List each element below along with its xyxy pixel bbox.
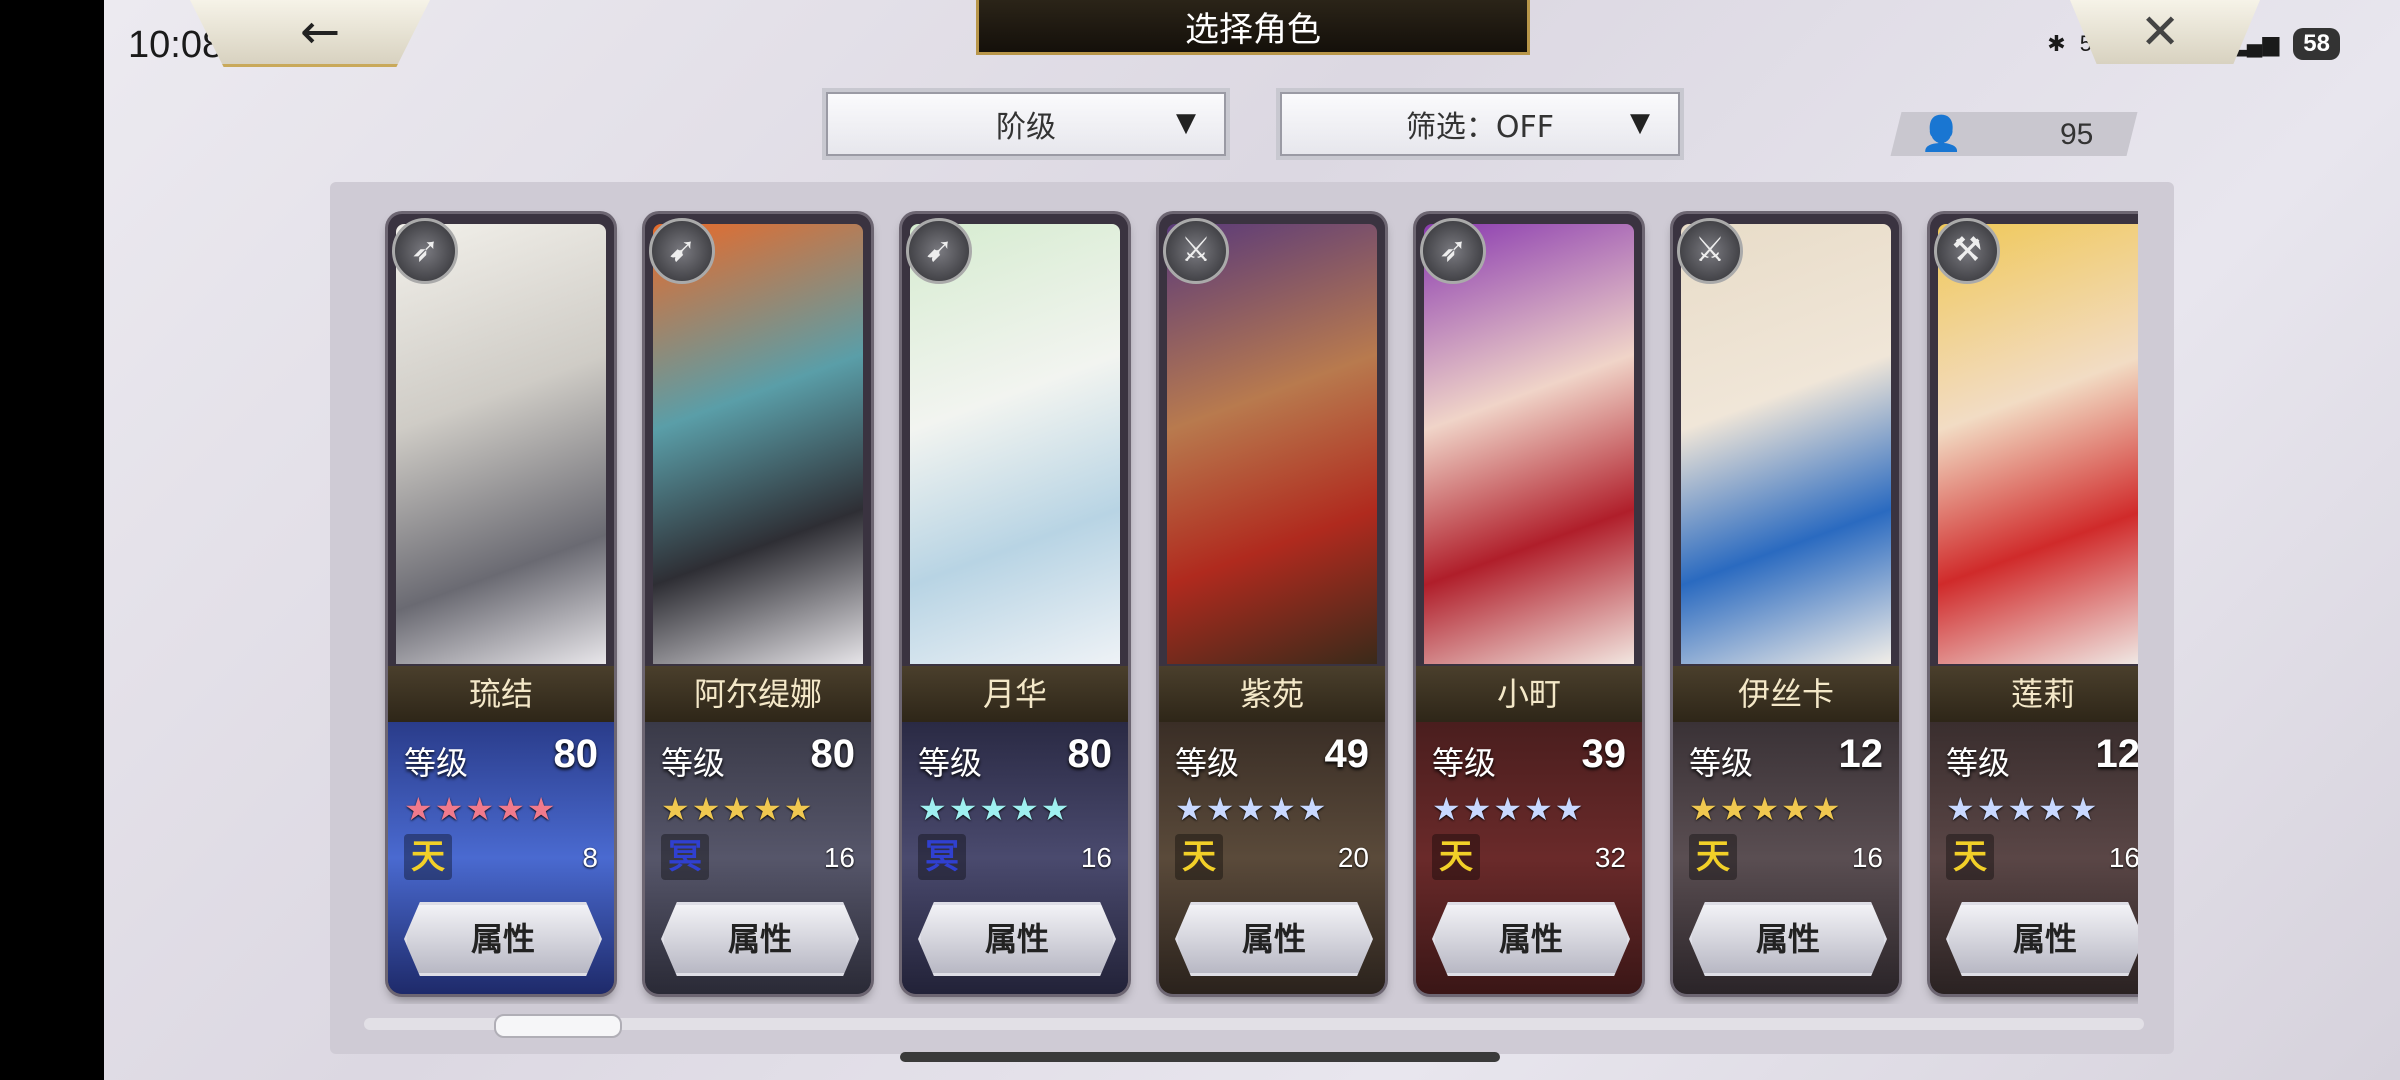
level-label: 等级 [918,744,983,782]
rarity-stars: ★★★★★ [1689,790,1843,828]
rarity-stars: ★★★★★ [1175,790,1329,828]
weapon-type-icon: ⚒ [1934,218,2000,284]
character-name: 月华 [902,666,1128,722]
weapon-type-icon: ⚔ [1677,218,1743,284]
person-icon: 👤 [1920,114,1963,154]
roster-count: 95 [2060,118,2094,151]
weapon-type-icon: ➶ [1420,218,1486,284]
character-info: 等级 12 ★★★★★ 天 16 属性 [1930,722,2138,994]
level-label: 等级 [404,744,469,782]
level-label: 等级 [1432,744,1497,782]
character-name: 紫苑 [1159,666,1385,722]
character-name: 小町 [1416,666,1642,722]
rarity-stars: ★★★★★ [918,790,1072,828]
bluetooth-icon: ✱ [2047,31,2066,56]
sort-dropdown-label: 阶级 [996,110,1056,145]
character-name: 伊丝卡 [1673,666,1899,722]
character-info: 等级 80 ★★★★★ 冥 16 属性 [645,722,871,994]
character-card[interactable]: ➶ 琉结 等级 80 ★★★★★ 天 8 属性 [388,214,614,994]
class-badge-icon: 天 [1175,834,1223,880]
attributes-button[interactable]: 属性 [1689,902,1887,976]
character-info: 等级 39 ★★★★★ 天 32 属性 [1416,722,1642,994]
level-label: 等级 [661,744,726,782]
character-name: 莲莉 [1930,666,2138,722]
level-value: 80 [553,732,599,776]
chevron-down-icon: ▼ [1176,108,1196,138]
home-indicator [900,1052,1500,1062]
scrollbar-track[interactable] [364,1018,2144,1030]
class-badge-number: 16 [1851,842,1883,873]
character-card[interactable]: ⚔ 伊丝卡 等级 12 ★★★★★ 天 16 属性 [1673,214,1899,994]
level-value: 12 [2095,732,2139,776]
character-info: 等级 80 ★★★★★ 冥 16 属性 [902,722,1128,994]
class-badge-icon: 天 [404,834,452,880]
class-badge-icon: 天 [1689,834,1737,880]
close-icon[interactable]: ✕ [2140,4,2180,60]
weapon-type-icon: ➹ [649,218,715,284]
rarity-stars: ★★★★★ [404,790,558,828]
class-badge-number: 16 [823,842,855,873]
class-badge-number: 8 [582,842,598,873]
character-info: 等级 80 ★★★★★ 天 8 属性 [388,722,614,994]
character-portrait [1681,224,1891,664]
level-value: 80 [810,732,856,776]
class-badge-number: 32 [1594,842,1626,873]
character-name: 琉结 [388,666,614,722]
page-title: 选择角色 [976,0,1530,55]
level-value: 39 [1581,732,1627,776]
level-label: 等级 [1946,744,2011,782]
level-value: 12 [1838,732,1884,776]
weapon-type-icon: ➹ [906,218,972,284]
character-info: 等级 49 ★★★★★ 天 20 属性 [1159,722,1385,994]
class-badge-icon: 天 [1432,834,1480,880]
level-value: 80 [1067,732,1113,776]
attributes-button[interactable]: 属性 [404,902,602,976]
level-label: 等级 [1175,744,1240,782]
character-card[interactable]: ⚔ 紫苑 等级 49 ★★★★★ 天 20 属性 [1159,214,1385,994]
character-list[interactable]: ➶ 琉结 等级 80 ★★★★★ 天 8 属性 ➹ 阿尔缇娜 等级 80 ★★★… [358,204,2138,1004]
filter-dropdown-label: 筛选：OFF [1405,110,1555,145]
rarity-stars: ★★★★★ [1946,790,2100,828]
scrollbar-thumb[interactable] [494,1014,622,1038]
sort-dropdown[interactable]: 阶级 ▼ [822,88,1230,160]
character-card[interactable]: ➹ 月华 等级 80 ★★★★★ 冥 16 属性 [902,214,1128,994]
rarity-stars: ★★★★★ [661,790,815,828]
class-badge-icon: 冥 [661,834,709,880]
class-badge-icon: 天 [1946,834,1994,880]
class-badge-icon: 冥 [918,834,966,880]
filter-dropdown[interactable]: 筛选：OFF ▼ [1276,88,1684,160]
attributes-button[interactable]: 属性 [1175,902,1373,976]
level-label: 等级 [1689,744,1754,782]
level-value: 49 [1324,732,1370,776]
character-portrait [396,224,606,664]
character-card[interactable]: ➹ 阿尔缇娜 等级 80 ★★★★★ 冥 16 属性 [645,214,871,994]
weapon-type-icon: ⚔ [1163,218,1229,284]
class-badge-number: 16 [1080,842,1112,873]
class-badge-number: 16 [2108,842,2138,873]
battery-indicator: 58 [2293,28,2340,60]
attributes-button[interactable]: 属性 [918,902,1116,976]
character-name: 阿尔缇娜 [645,666,871,722]
chevron-down-icon: ▼ [1630,108,1650,138]
character-info: 等级 12 ★★★★★ 天 16 属性 [1673,722,1899,994]
character-portrait [910,224,1120,664]
rarity-stars: ★★★★★ [1432,790,1586,828]
attributes-button[interactable]: 属性 [1432,902,1630,976]
character-portrait [653,224,863,664]
character-portrait [1167,224,1377,664]
attributes-button[interactable]: 属性 [661,902,859,976]
character-card[interactable]: ⚒ 莲莉 等级 12 ★★★★★ 天 16 属性 [1930,214,2138,994]
weapon-type-icon: ➶ [392,218,458,284]
character-portrait [1938,224,2138,664]
back-arrow-icon[interactable]: ← [300,4,340,60]
character-card[interactable]: ➶ 小町 等级 39 ★★★★★ 天 32 属性 [1416,214,1642,994]
character-portrait [1424,224,1634,664]
class-badge-number: 20 [1337,842,1369,873]
attributes-button[interactable]: 属性 [1946,902,2138,976]
